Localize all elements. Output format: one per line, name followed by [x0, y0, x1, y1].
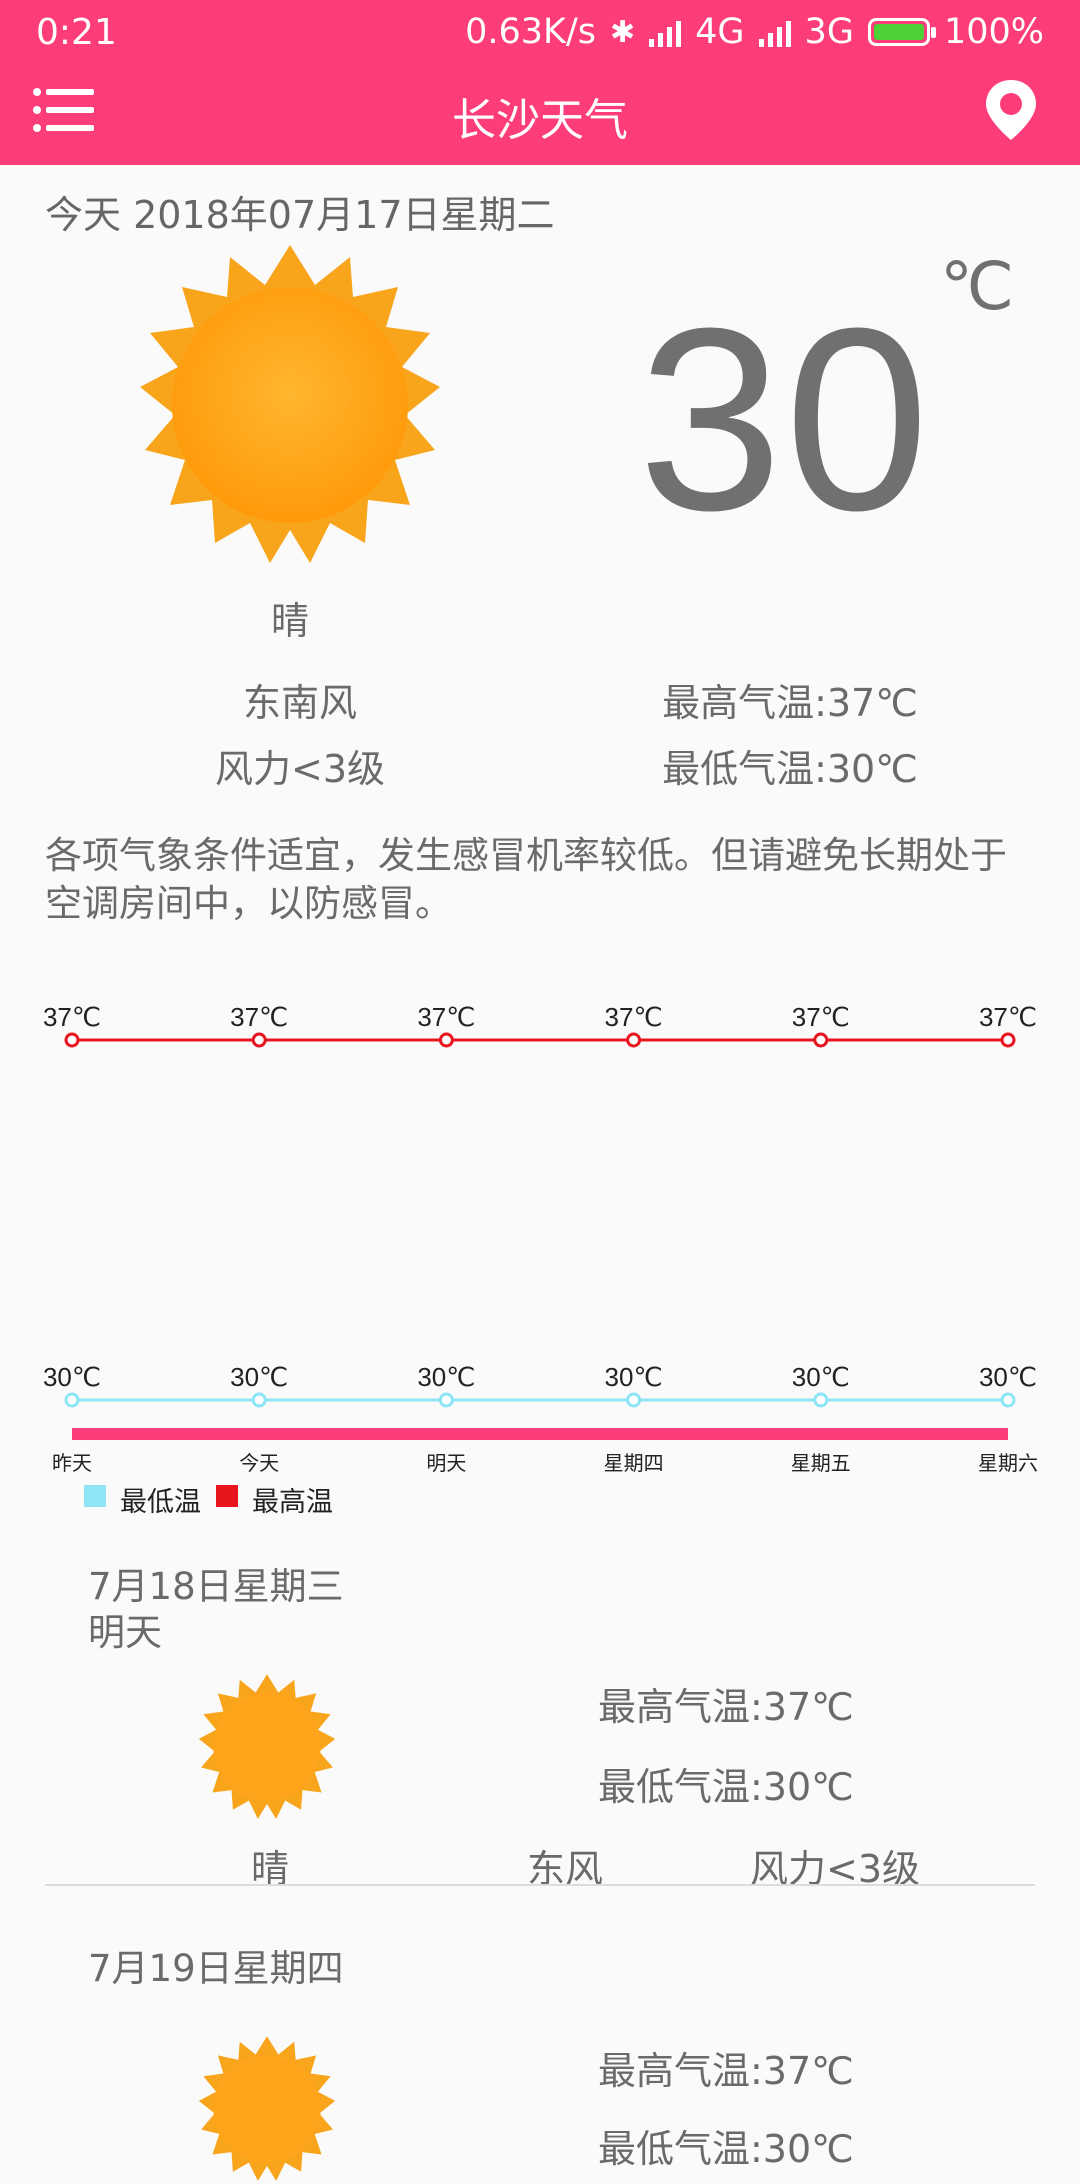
forecast-high-1: 最高气温:37℃ — [598, 1685, 854, 1729]
data-label-high: 37℃ — [230, 1002, 288, 1032]
forecast-low-2: 最低气温:30℃ — [598, 2127, 854, 2171]
data-label-high: 37℃ — [43, 1002, 101, 1032]
tick-label: 昨天 — [52, 1451, 92, 1475]
wind-level: 风力<3级 — [214, 747, 386, 791]
battery-icon — [867, 18, 936, 46]
data-point-low — [438, 1392, 454, 1408]
divider — [45, 1884, 1035, 1886]
data-label-low: 30℃ — [417, 1362, 475, 1392]
data-label-high: 37℃ — [417, 1002, 475, 1032]
page-title: 长沙天气 — [452, 95, 628, 146]
legend-low-label: 最低温 — [120, 1487, 201, 1518]
sun-icon — [198, 2036, 336, 2181]
network-4g: 4G — [695, 12, 745, 52]
data-point-high — [251, 1032, 267, 1048]
app-bar: 0:21 0.63K/s ✱ 4G 3G 100% 长沙天气 — [0, 0, 1080, 165]
data-point-low — [626, 1392, 642, 1408]
data-label-low: 30℃ — [792, 1362, 850, 1392]
today-date: 今天 2018年07月17日星期二 — [45, 193, 555, 237]
chart-axis-bar — [72, 1428, 1008, 1440]
current-temperature: 30 — [638, 275, 932, 565]
data-point-high — [813, 1032, 829, 1048]
tick-label: 星期六 — [978, 1451, 1038, 1475]
low-temperature: 最低气温:30℃ — [662, 747, 918, 791]
legend-high-swatch — [216, 1485, 238, 1507]
data-point-high — [1000, 1032, 1016, 1048]
data-point-low — [1000, 1392, 1016, 1408]
forecast-day-label-1: 明天 — [88, 1611, 162, 1654]
network-3g: 3G — [804, 12, 854, 52]
status-bar: 0:21 0.63K/s ✱ 4G 3G 100% — [0, 0, 1080, 66]
data-label-low: 30℃ — [43, 1362, 101, 1392]
data-point-high — [64, 1032, 80, 1048]
sun-icon — [140, 245, 440, 563]
battery-percent: 100% — [943, 12, 1044, 52]
wind-direction: 东南风 — [242, 681, 357, 725]
forecast-high-2: 最高气温:37℃ — [598, 2049, 854, 2093]
data-label-high: 37℃ — [605, 1002, 663, 1032]
forecast-date-2: 7月19日星期四 — [88, 1947, 344, 1990]
health-tip: 各项气象条件适宜，发生感冒机率较低。但请避免长期处于空调房间中，以防感冒。 — [45, 834, 1007, 925]
weather-condition: 晴 — [270, 599, 309, 643]
data-label-low: 30℃ — [979, 1362, 1037, 1392]
signal-icon-2 — [758, 17, 791, 47]
data-point-low — [813, 1392, 829, 1408]
location-icon[interactable] — [982, 78, 1040, 142]
data-point-low — [251, 1392, 267, 1408]
bluetooth-icon: ✱ — [610, 14, 636, 50]
status-time: 0:21 — [36, 12, 117, 53]
high-temperature: 最高气温:37℃ — [662, 681, 918, 725]
legend-low-swatch — [84, 1485, 106, 1507]
data-label-high: 37℃ — [979, 1002, 1037, 1032]
tick-label: 今天 — [239, 1451, 279, 1475]
sun-icon — [198, 1674, 336, 1819]
data-point-high — [438, 1032, 454, 1048]
tick-label: 星期四 — [604, 1451, 664, 1475]
signal-icon — [649, 17, 682, 47]
data-label-low: 30℃ — [230, 1362, 288, 1392]
status-right: 0.63K/s ✱ 4G 3G 100% — [465, 12, 1044, 52]
data-label-low: 30℃ — [605, 1362, 663, 1392]
tick-label: 星期五 — [791, 1451, 851, 1475]
temperature-chart: 37℃ 37℃ 37℃ 37℃ 37℃ 37℃ 30℃ 30℃ 30℃ 30℃ 30℃ 30℃ 昨天 今天… — [43, 1002, 1038, 1475]
net-speed: 0.63K/s — [465, 12, 597, 52]
data-point-low — [64, 1392, 80, 1408]
legend-high-label: 最高温 — [252, 1487, 333, 1518]
temperature-unit: ℃ — [940, 248, 1015, 325]
data-point-high — [626, 1032, 642, 1048]
forecast-low-1: 最低气温:30℃ — [598, 1765, 854, 1809]
tick-label: 明天 — [426, 1451, 466, 1475]
data-label-high: 37℃ — [792, 1002, 850, 1032]
